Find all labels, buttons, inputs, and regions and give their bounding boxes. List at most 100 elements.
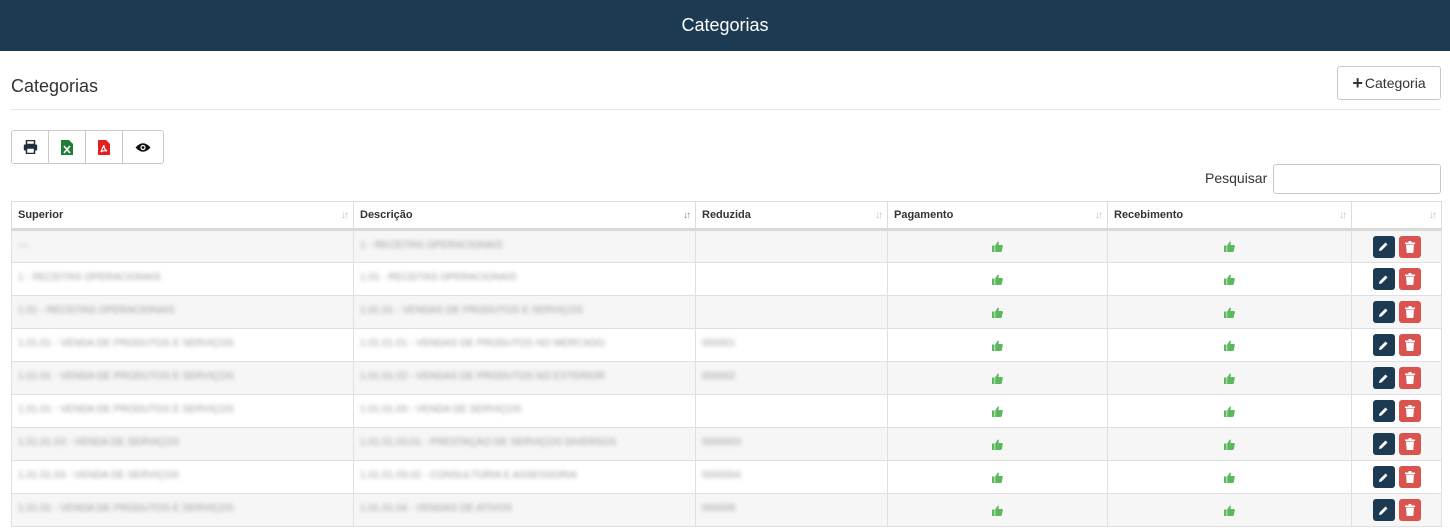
cell-recebimento: [1107, 493, 1352, 527]
add-category-button[interactable]: + Categoria: [1337, 66, 1441, 100]
edit-button[interactable]: [1372, 499, 1395, 521]
cell-actions: [1351, 460, 1442, 494]
delete-button[interactable]: [1398, 466, 1421, 488]
cell-superior: —: [11, 229, 354, 263]
cell-pagamento: [887, 262, 1108, 296]
cell-recebimento: [1107, 328, 1352, 362]
delete-button[interactable]: [1398, 400, 1421, 422]
cell-pagamento: [887, 493, 1108, 527]
edit-button[interactable]: [1372, 367, 1395, 389]
cell-actions: [1351, 361, 1442, 395]
plus-icon: +: [1352, 73, 1363, 93]
delete-button[interactable]: [1398, 367, 1421, 389]
descricao-text: 1.01.01.04 - VENDAS DE ATIVOS: [360, 503, 513, 514]
pencil-icon: [1379, 308, 1388, 317]
table-row: — 1 - RECEITAS OPERACIONAIS: [11, 229, 1442, 263]
edit-button[interactable]: [1372, 268, 1395, 290]
descricao-text: 1.01 - RECEITAS OPERACIONAIS: [360, 272, 517, 283]
table-row: 1.01.01 - VENDA DE PRODUTOS E SERVIÇOS 1…: [11, 493, 1442, 527]
cell-descricao: 1.01.01.03.01 - PRESTAÇÃO DE SERVIÇOS DI…: [353, 427, 696, 461]
thumbs-up-icon: [1224, 274, 1235, 285]
cell-actions: [1351, 295, 1442, 329]
cell-reduzida: [695, 262, 888, 296]
thumbs-up-icon: [1224, 472, 1235, 483]
thumbs-up-icon: [1224, 241, 1235, 253]
delete-button[interactable]: [1398, 235, 1421, 258]
trash-icon: [1404, 471, 1415, 483]
pdf-icon: [98, 139, 110, 155]
excel-export-button[interactable]: [49, 131, 86, 163]
thumbs-up-icon: [1224, 505, 1235, 516]
print-button[interactable]: [12, 131, 49, 163]
thumbs-up-icon: [992, 307, 1003, 318]
reduzida-text: 000005: [702, 503, 736, 514]
pencil-icon: [1379, 506, 1388, 515]
table-row: 1.01.01 - VENDA DE PRODUTOS E SERVIÇOS 1…: [11, 361, 1442, 395]
thumbs-up-icon: [992, 274, 1003, 285]
column-visibility-button[interactable]: [123, 131, 163, 163]
sort-asc-icon: ↓↑: [683, 210, 691, 221]
table-row: 1.01.01 - VENDA DE PRODUTOS E SERVIÇOS 1…: [11, 328, 1442, 362]
delete-button[interactable]: [1398, 499, 1421, 521]
search-input[interactable]: [1273, 164, 1441, 194]
page-title: Categorias: [11, 76, 99, 96]
cell-reduzida: 000001: [695, 328, 888, 362]
categories-table: Superior ↓↑ Descrição ↓↑ Reduzida ↓↑ Pagame…: [11, 201, 1442, 527]
column-header-superior[interactable]: Superior ↓↑: [11, 201, 354, 231]
edit-button[interactable]: [1372, 334, 1395, 356]
cell-descricao: 1.01.01.04 - VENDAS DE ATIVOS: [353, 493, 696, 527]
cell-actions: [1351, 229, 1442, 263]
trash-icon: [1404, 372, 1415, 384]
table-row: 1.01.01.03 - VENDA DE SERVIÇOS 1.01.01.0…: [11, 427, 1442, 461]
pencil-icon: [1379, 275, 1388, 284]
cell-superior: 1.01.01 - VENDA DE PRODUTOS E SERVIÇOS: [11, 328, 354, 362]
cell-recebimento: [1107, 394, 1352, 428]
edit-button[interactable]: [1372, 400, 1395, 422]
pencil-icon: [1379, 374, 1388, 383]
trash-icon: [1404, 240, 1415, 253]
cell-superior: 1.01 - RECEITAS OPERACIONAIS: [11, 295, 354, 329]
sort-icon: ↓↑: [1095, 210, 1103, 221]
cell-descricao: 1 - RECEITAS OPERACIONAIS: [353, 229, 696, 263]
superior-text: 1.01.01 - VENDA DE PRODUTOS E SERVIÇOS: [18, 503, 234, 514]
pencil-icon: [1379, 440, 1388, 449]
thumbs-up-icon: [992, 472, 1003, 483]
cell-superior: 1.01.01 - VENDA DE PRODUTOS E SERVIÇOS: [11, 493, 354, 527]
edit-button[interactable]: [1372, 433, 1395, 455]
superior-text: 1.01.01.03 - VENDA DE SERVIÇOS: [18, 470, 180, 481]
cell-pagamento: [887, 460, 1108, 494]
reduzida-text: 000001: [702, 338, 736, 349]
cell-recebimento: [1107, 262, 1352, 296]
cell-descricao: 1.01.01.03.02 - CONSULTORIA E ASSESSORIA: [353, 460, 696, 494]
reduzida-text: 0000004: [702, 470, 741, 481]
trash-icon: [1404, 438, 1415, 450]
cell-reduzida: 000002: [695, 361, 888, 395]
edit-button[interactable]: [1372, 301, 1395, 323]
delete-button[interactable]: [1398, 268, 1421, 290]
cell-descricao: 1.01 - RECEITAS OPERACIONAIS: [353, 262, 696, 296]
column-header-recebimento[interactable]: Recebimento ↓↑: [1107, 201, 1352, 231]
column-header-descricao[interactable]: Descrição ↓↑: [353, 201, 696, 231]
superior-text: 1.01.01 - VENDA DE PRODUTOS E SERVIÇOS: [18, 338, 234, 349]
cell-superior: 1.01.01.03 - VENDA DE SERVIÇOS: [11, 427, 354, 461]
delete-button[interactable]: [1398, 301, 1421, 323]
edit-button[interactable]: [1372, 235, 1395, 258]
sort-icon: ↓↑: [1339, 210, 1347, 221]
cell-actions: [1351, 493, 1442, 527]
pdf-export-button[interactable]: [86, 131, 123, 163]
cell-pagamento: [887, 328, 1108, 362]
cell-reduzida: 000005: [695, 493, 888, 527]
column-header-pagamento[interactable]: Pagamento ↓↑: [887, 201, 1108, 231]
column-header-actions[interactable]: ↓↑: [1351, 201, 1442, 231]
reduzida-text: 0000003: [702, 437, 741, 448]
cell-reduzida: 0000003: [695, 427, 888, 461]
search-label: Pesquisar: [1205, 170, 1268, 186]
cell-recebimento: [1107, 361, 1352, 395]
superior-text: —: [18, 239, 28, 251]
edit-button[interactable]: [1372, 466, 1395, 488]
column-header-reduzida[interactable]: Reduzida ↓↑: [695, 201, 888, 231]
delete-button[interactable]: [1398, 334, 1421, 356]
delete-button[interactable]: [1398, 433, 1421, 455]
cell-recebimento: [1107, 295, 1352, 329]
cell-reduzida: [695, 394, 888, 428]
